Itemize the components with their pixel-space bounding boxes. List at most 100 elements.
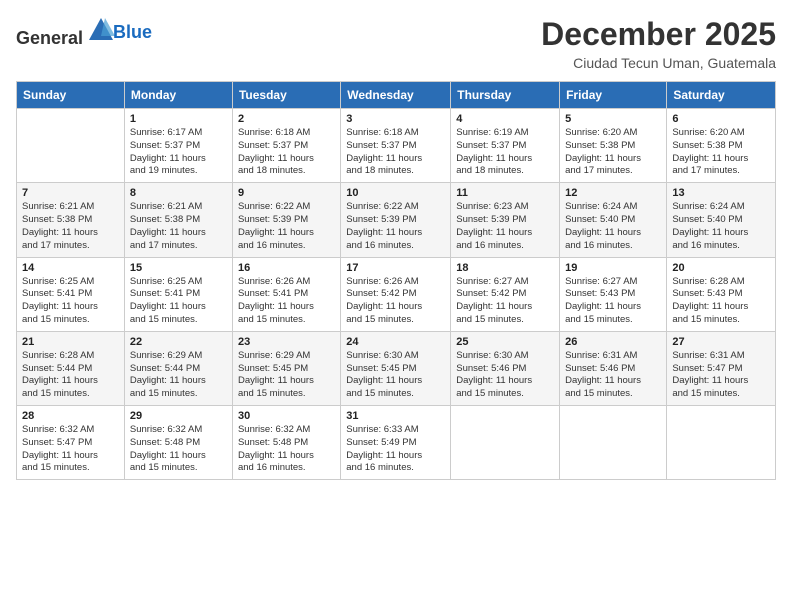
day-number: 8 — [130, 187, 227, 199]
calendar-cell: 20Sunrise: 6:28 AM Sunset: 5:43 PM Dayli… — [667, 257, 776, 331]
weekday-header: Friday — [560, 82, 667, 109]
day-number: 2 — [238, 113, 335, 125]
day-info: Sunrise: 6:32 AM Sunset: 5:48 PM Dayligh… — [130, 424, 227, 475]
calendar-cell: 10 Sunrise: 6:22 AM Sunset: 5:39 PM Dayli… — [341, 183, 451, 257]
day-number: 13 — [672, 187, 770, 199]
day-info: Sunrise: 6:30 AM Sunset: 5:45 PM Dayligh… — [346, 350, 445, 401]
calendar-cell: 27 Sunrise: 6:31 AM Sunset: 5:47 PM Dayli… — [667, 331, 776, 405]
day-info: Sunrise: 6:18 AM Sunset: 5:37 PM Dayligh… — [238, 127, 335, 178]
calendar-cell: 13 Sunrise: 6:24 AM Sunset: 5:40 PM Dayli… — [667, 183, 776, 257]
calendar-week-row: 14 Sunrise: 6:25 AM Sunset: 5:41 PM Dayli… — [17, 257, 776, 331]
day-info: Sunrise: 6:31 AM Sunset: 5:46 PM Dayligh… — [565, 350, 661, 401]
day-number: 14 — [22, 262, 119, 274]
calendar-cell: 11Sunrise: 6:23 AM Sunset: 5:39 PM Dayli… — [451, 183, 560, 257]
day-number: 5 — [565, 113, 661, 125]
calendar-cell: 19Sunrise: 6:27 AM Sunset: 5:43 PM Dayli… — [560, 257, 667, 331]
day-number: 9 — [238, 187, 335, 199]
calendar-cell: 8 Sunrise: 6:21 AM Sunset: 5:38 PM Daylig… — [124, 183, 232, 257]
day-number: 7 — [22, 187, 119, 199]
day-info: Sunrise: 6:25 AM Sunset: 5:41 PM Dayligh… — [130, 276, 227, 327]
calendar-cell: 25 Sunrise: 6:30 AM Sunset: 5:46 PM Dayli… — [451, 331, 560, 405]
calendar-cell: 17 Sunrise: 6:26 AM Sunset: 5:42 PM Dayli… — [341, 257, 451, 331]
day-number: 31 — [346, 410, 445, 422]
day-number: 24 — [346, 336, 445, 348]
weekday-header: Sunday — [17, 82, 125, 109]
day-info: Sunrise: 6:21 AM Sunset: 5:38 PM Dayligh… — [22, 201, 119, 252]
weekday-header: Saturday — [667, 82, 776, 109]
day-number: 10 — [346, 187, 445, 199]
calendar-cell: 23 Sunrise: 6:29 AM Sunset: 5:45 PM Dayli… — [232, 331, 340, 405]
logo-general: General — [16, 28, 83, 48]
weekday-header: Monday — [124, 82, 232, 109]
day-info: Sunrise: 6:28 AM Sunset: 5:44 PM Dayligh… — [22, 350, 119, 401]
calendar-week-row: 21 Sunrise: 6:28 AM Sunset: 5:44 PM Dayli… — [17, 331, 776, 405]
day-number: 25 — [456, 336, 554, 348]
calendar-week-row: 28 Sunrise: 6:32 AM Sunset: 5:47 PM Dayli… — [17, 406, 776, 480]
calendar-cell: 6 Sunrise: 6:20 AM Sunset: 5:38 PM Daylig… — [667, 109, 776, 183]
calendar-cell: 29 Sunrise: 6:32 AM Sunset: 5:48 PM Dayli… — [124, 406, 232, 480]
day-number: 3 — [346, 113, 445, 125]
subtitle: Ciudad Tecun Uman, Guatemala — [541, 55, 776, 71]
calendar-cell — [667, 406, 776, 480]
header: General Blue December 2025 Ciudad Tecun … — [16, 16, 776, 71]
calendar-cell: 14 Sunrise: 6:25 AM Sunset: 5:41 PM Dayli… — [17, 257, 125, 331]
calendar-cell: 9 Sunrise: 6:22 AM Sunset: 5:39 PM Daylig… — [232, 183, 340, 257]
calendar-cell: 28 Sunrise: 6:32 AM Sunset: 5:47 PM Dayli… — [17, 406, 125, 480]
day-number: 18 — [456, 262, 554, 274]
day-number: 6 — [672, 113, 770, 125]
day-info: Sunrise: 6:20 AM Sunset: 5:38 PM Dayligh… — [672, 127, 770, 178]
day-info: Sunrise: 6:22 AM Sunset: 5:39 PM Dayligh… — [346, 201, 445, 252]
day-number: 21 — [22, 336, 119, 348]
calendar-cell: 7 Sunrise: 6:21 AM Sunset: 5:38 PM Daylig… — [17, 183, 125, 257]
day-info: Sunrise: 6:24 AM Sunset: 5:40 PM Dayligh… — [672, 201, 770, 252]
day-info: Sunrise: 6:26 AM Sunset: 5:41 PM Dayligh… — [238, 276, 335, 327]
day-number: 29 — [130, 410, 227, 422]
day-info: Sunrise: 6:29 AM Sunset: 5:45 PM Dayligh… — [238, 350, 335, 401]
day-info: Sunrise: 6:26 AM Sunset: 5:42 PM Dayligh… — [346, 276, 445, 327]
logo-blue: Blue — [113, 22, 152, 42]
calendar-cell: 30 Sunrise: 6:32 AM Sunset: 5:48 PM Dayli… — [232, 406, 340, 480]
day-info: Sunrise: 6:25 AM Sunset: 5:41 PM Dayligh… — [22, 276, 119, 327]
logo-icon — [87, 16, 115, 44]
day-number: 30 — [238, 410, 335, 422]
weekday-header: Wednesday — [341, 82, 451, 109]
day-info: Sunrise: 6:22 AM Sunset: 5:39 PM Dayligh… — [238, 201, 335, 252]
calendar-cell: 26 Sunrise: 6:31 AM Sunset: 5:46 PM Dayli… — [560, 331, 667, 405]
weekday-header: Tuesday — [232, 82, 340, 109]
day-number: 15 — [130, 262, 227, 274]
day-info: Sunrise: 6:27 AM Sunset: 5:43 PM Dayligh… — [565, 276, 661, 327]
calendar-cell: 1Sunrise: 6:17 AM Sunset: 5:37 PM Daylig… — [124, 109, 232, 183]
day-info: Sunrise: 6:19 AM Sunset: 5:37 PM Dayligh… — [456, 127, 554, 178]
day-info: Sunrise: 6:27 AM Sunset: 5:42 PM Dayligh… — [456, 276, 554, 327]
day-number: 27 — [672, 336, 770, 348]
day-info: Sunrise: 6:32 AM Sunset: 5:48 PM Dayligh… — [238, 424, 335, 475]
logo: General Blue — [16, 16, 152, 49]
calendar-cell: 4 Sunrise: 6:19 AM Sunset: 5:37 PM Daylig… — [451, 109, 560, 183]
calendar: SundayMondayTuesdayWednesdayThursdayFrid… — [16, 81, 776, 480]
calendar-cell — [451, 406, 560, 480]
day-number: 23 — [238, 336, 335, 348]
calendar-cell: 15 Sunrise: 6:25 AM Sunset: 5:41 PM Dayli… — [124, 257, 232, 331]
day-number: 4 — [456, 113, 554, 125]
calendar-cell: 2 Sunrise: 6:18 AM Sunset: 5:37 PM Daylig… — [232, 109, 340, 183]
day-number: 16 — [238, 262, 335, 274]
calendar-cell — [560, 406, 667, 480]
day-number: 28 — [22, 410, 119, 422]
main-title: December 2025 — [541, 16, 776, 53]
day-number: 1 — [130, 113, 227, 125]
day-info: Sunrise: 6:24 AM Sunset: 5:40 PM Dayligh… — [565, 201, 661, 252]
weekday-header: Thursday — [451, 82, 560, 109]
day-info: Sunrise: 6:30 AM Sunset: 5:46 PM Dayligh… — [456, 350, 554, 401]
day-number: 17 — [346, 262, 445, 274]
day-info: Sunrise: 6:23 AM Sunset: 5:39 PM Dayligh… — [456, 201, 554, 252]
day-info: Sunrise: 6:31 AM Sunset: 5:47 PM Dayligh… — [672, 350, 770, 401]
calendar-header-row: SundayMondayTuesdayWednesdayThursdayFrid… — [17, 82, 776, 109]
day-info: Sunrise: 6:18 AM Sunset: 5:37 PM Dayligh… — [346, 127, 445, 178]
day-info: Sunrise: 6:32 AM Sunset: 5:47 PM Dayligh… — [22, 424, 119, 475]
calendar-cell: 3 Sunrise: 6:18 AM Sunset: 5:37 PM Daylig… — [341, 109, 451, 183]
day-info: Sunrise: 6:21 AM Sunset: 5:38 PM Dayligh… — [130, 201, 227, 252]
day-info: Sunrise: 6:20 AM Sunset: 5:38 PM Dayligh… — [565, 127, 661, 178]
day-number: 26 — [565, 336, 661, 348]
title-area: December 2025 Ciudad Tecun Uman, Guatema… — [541, 16, 776, 71]
calendar-cell: 31Sunrise: 6:33 AM Sunset: 5:49 PM Dayli… — [341, 406, 451, 480]
